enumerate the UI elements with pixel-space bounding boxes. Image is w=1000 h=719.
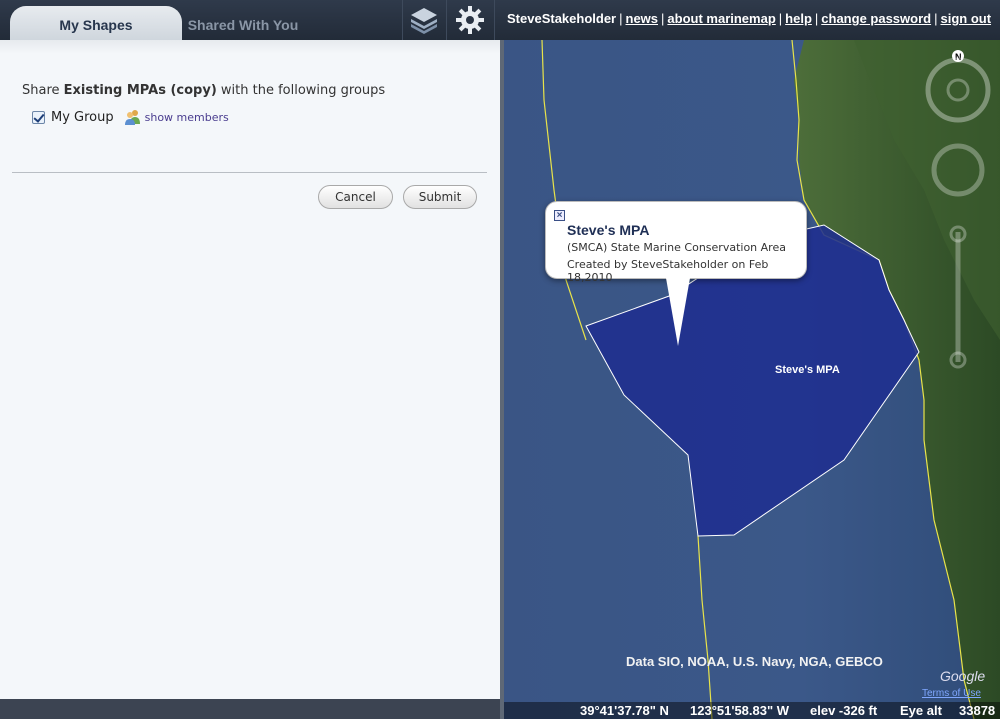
form-divider [12, 172, 487, 173]
map-view[interactable]: N × Steve's MPA (SMCA) State Marine Cons… [504, 40, 1000, 719]
toolbar-separator [446, 0, 447, 40]
eye-alt-value: 33878 [959, 703, 996, 718]
group-checkbox[interactable] [32, 110, 45, 124]
map-status-bar: 39°41'37.78" N 123°51'58.83" W elev -326… [504, 702, 1000, 719]
toolbar-separator [494, 0, 495, 40]
user-links: SteveStakeholder | news | about marinemap | he… [507, 11, 992, 26]
google-logo: Google [940, 668, 986, 684]
cancel-button[interactable]: Cancel [318, 185, 393, 209]
panel-footer [0, 699, 500, 719]
eye-alt-label: Eye alt [900, 703, 942, 718]
tab-shared-with-you[interactable]: Shared With You [168, 6, 318, 40]
group-name: My Group [51, 109, 114, 125]
shared-item-name: Existing MPAs (copy) [63, 83, 217, 98]
news-link[interactable]: news [626, 11, 659, 26]
sign-out-link[interactable]: sign out [940, 11, 991, 26]
submit-button[interactable]: Submit [403, 185, 477, 209]
popup-designation: (SMCA) State Marine Conservation Area [567, 241, 786, 254]
move-ring [931, 143, 985, 197]
terms-of-use-link[interactable]: Terms of Use [922, 688, 981, 699]
data-credit: Data SIO, NOAA, U.S. Navy, NGA, GEBCO [626, 654, 883, 669]
latitude-readout: 39°41'37.78" N [580, 703, 669, 718]
feature-popup: × Steve's MPA (SMCA) State Marine Conser… [545, 201, 807, 284]
close-icon[interactable]: × [554, 210, 565, 221]
share-panel [0, 40, 500, 699]
members-icon [124, 110, 140, 125]
elevation-readout: elev -326 ft [810, 703, 878, 718]
about-link[interactable]: about marinemap [667, 11, 775, 26]
share-description: Share Existing MPAs (copy) with the foll… [22, 83, 385, 98]
share-suffix: with the following groups [216, 83, 386, 98]
navigation-controls[interactable]: N [924, 42, 994, 382]
layers-icon[interactable] [409, 5, 439, 35]
gear-icon[interactable] [455, 5, 485, 35]
popup-pointer [666, 278, 690, 346]
longitude-readout: 123°51'58.83" W [690, 703, 790, 718]
group-row: My Group show members [32, 108, 229, 126]
popup-title: Steve's MPA [567, 222, 650, 238]
tab-my-shapes[interactable]: My Shapes [10, 6, 182, 40]
help-link[interactable]: help [785, 11, 812, 26]
share-prefix: Share [22, 83, 64, 98]
toolbar-separator [402, 0, 403, 40]
show-members-link[interactable]: show members [145, 111, 229, 124]
mpa-label: Steve's MPA [775, 364, 840, 376]
username: SteveStakeholder [507, 11, 617, 26]
look-ring [925, 57, 991, 123]
top-bar: My Shapes Shared With You SteveStakehold… [0, 0, 1000, 40]
change-password-link[interactable]: change password [821, 11, 931, 26]
